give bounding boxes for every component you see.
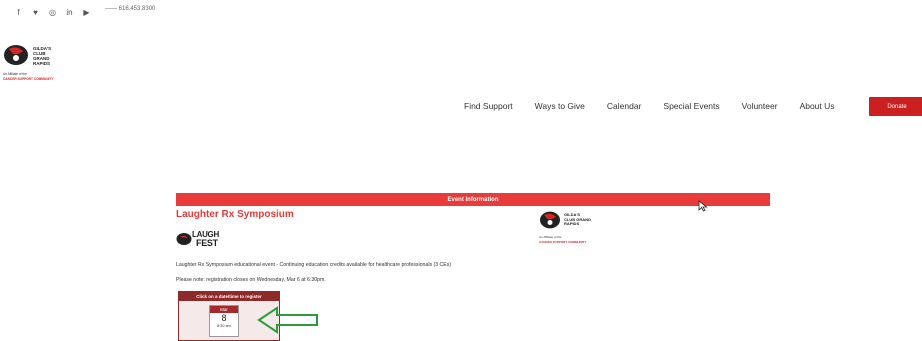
nav-volunteer[interactable]: Volunteer xyxy=(742,101,778,111)
social-bar: f ♥ ◎ in ▶ xyxy=(10,8,95,18)
nav-special-events[interactable]: Special Events xyxy=(663,101,719,111)
laughfest-word-bottom: FEST xyxy=(196,238,218,248)
registration-note: Please note: registration closes on Wedn… xyxy=(176,277,326,283)
sponsor-affiliate: An Affiliate of the xyxy=(539,235,562,239)
twitter-icon[interactable]: ♥ xyxy=(27,8,44,18)
site-logo[interactable]: GILDA'S CLUB GRAND RAPIDS An Affiliate o… xyxy=(3,43,73,87)
nav-ways-to-give[interactable]: Ways to Give xyxy=(535,101,585,111)
facebook-icon[interactable]: f xyxy=(10,8,27,18)
nav-calendar[interactable]: Calendar xyxy=(607,101,642,111)
laughfest-face-icon xyxy=(176,233,192,245)
nav-about-us[interactable]: About Us xyxy=(800,101,835,111)
event-description: Laughter Rx Symposium educational event … xyxy=(176,262,452,268)
mouse-cursor-icon xyxy=(698,200,708,212)
sponsor-logo-name: GILDA'S CLUB GRAND RAPIDS xyxy=(564,212,591,226)
sponsor-community: CANCER SUPPORT COMMUNITY xyxy=(539,240,587,244)
logo-affiliate: An Affiliate of the xyxy=(3,72,27,76)
event-title: Laughter Rx Symposium xyxy=(176,209,294,220)
event-info-banner: Event Information xyxy=(176,193,770,206)
laughfest-logo: LAUGH FEST xyxy=(176,229,236,259)
logo-community: CANCER SUPPORT COMMUNITY xyxy=(3,77,54,81)
event-date-button[interactable]: Mar 8 8:30 am xyxy=(209,305,239,337)
donate-button[interactable]: Donate xyxy=(869,97,922,116)
date-time: 8:30 am xyxy=(217,324,231,328)
instagram-icon[interactable]: ◎ xyxy=(44,8,61,18)
gildas-club-logo-mark xyxy=(4,45,28,65)
date-day: 8 xyxy=(221,313,227,323)
gildas-club-logo-mark xyxy=(540,211,560,229)
main-nav: Find Support Ways to Give Calendar Speci… xyxy=(464,101,835,111)
logo-name: GILDA'S CLUB GRAND RAPIDS xyxy=(33,46,52,66)
nav-find-support[interactable]: Find Support xyxy=(464,101,513,111)
green-arrow-icon xyxy=(257,306,318,334)
linkedin-icon[interactable]: in xyxy=(61,8,78,18)
registration-header: Click on a date/time to register xyxy=(179,292,279,301)
youtube-icon[interactable]: ▶ xyxy=(78,8,95,18)
phone-number[interactable]: —— 616.453.8300 xyxy=(105,6,155,12)
date-month: Mar xyxy=(210,306,238,313)
event-sponsor-logo: GILDA'S CLUB GRAND RAPIDS An Affiliate o… xyxy=(537,209,607,249)
